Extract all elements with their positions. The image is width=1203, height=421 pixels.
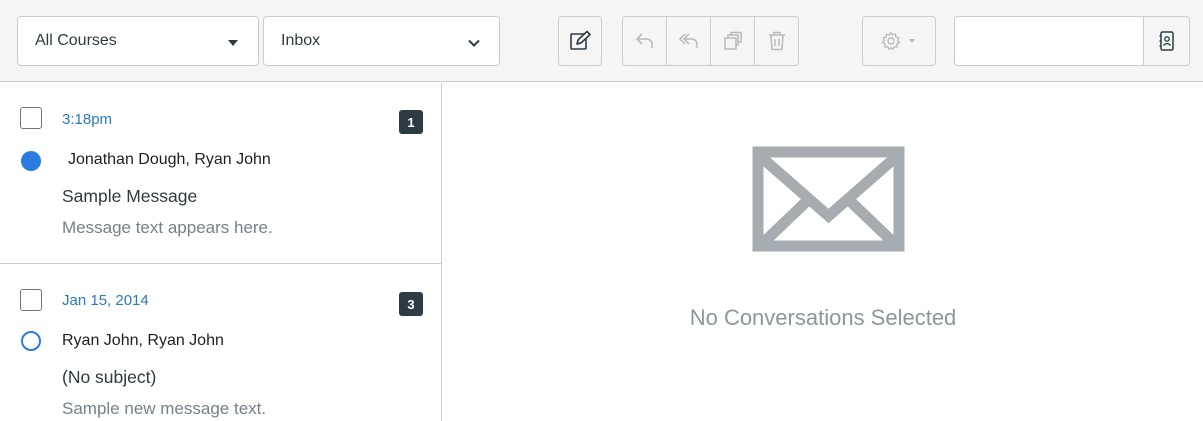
inbox-toolbar: All Courses Inbox <box>0 0 1203 82</box>
mailbox-filter-value: Inbox <box>281 32 321 49</box>
conversation-participants: Jonathan Dough, Ryan John <box>68 151 271 168</box>
mailbox-filter-select[interactable]: Inbox <box>263 16 500 66</box>
conversation-list: 3:18pm 1 Jonathan Dough, Ryan John Sampl… <box>0 83 442 421</box>
caret-down-icon <box>909 39 915 43</box>
conversation-subject: (No subject) <box>62 367 157 387</box>
select-conversation-checkbox[interactable] <box>20 107 42 129</box>
conversation-row[interactable]: Jan 15, 2014 3 Ryan John, Ryan John (No … <box>0 265 441 421</box>
compose-button[interactable] <box>558 16 602 66</box>
pencil-square-icon <box>570 30 591 50</box>
read-indicator-icon[interactable] <box>21 331 41 351</box>
unread-indicator-icon[interactable] <box>21 151 41 171</box>
conversation-date: 3:18pm <box>62 111 113 128</box>
archive-icon <box>723 31 742 50</box>
conversation-date: Jan 15, 2014 <box>62 292 149 309</box>
reply-all-button[interactable] <box>666 16 711 66</box>
message-count-badge: 1 <box>399 110 423 134</box>
empty-state-message: No Conversations Selected <box>689 305 957 330</box>
reply-button[interactable] <box>622 16 667 66</box>
delete-button[interactable] <box>754 16 799 66</box>
trash-icon <box>768 31 785 51</box>
chevron-down-icon <box>468 39 480 47</box>
search-input[interactable] <box>954 16 1144 66</box>
gear-icon <box>881 31 901 51</box>
conversation-participants: Ryan John, Ryan John <box>62 332 224 349</box>
reply-all-icon <box>678 33 698 48</box>
course-filter-value: All Courses <box>35 32 117 49</box>
search-group <box>954 16 1190 66</box>
message-count-badge: 3 <box>399 292 423 316</box>
conversation-subject: Sample Message <box>62 186 198 206</box>
conversation-detail-pane: No Conversations Selected <box>443 83 1203 421</box>
reply-icon <box>635 33 653 48</box>
settings-menu-button[interactable] <box>862 16 936 66</box>
caret-down-icon <box>228 40 238 46</box>
envelope-icon <box>752 146 905 252</box>
select-conversation-checkbox[interactable] <box>20 289 42 311</box>
course-filter-select[interactable]: All Courses <box>17 16 259 66</box>
address-book-button[interactable] <box>1144 16 1190 66</box>
conversation-preview: Message text appears here. <box>62 218 273 237</box>
address-book-icon <box>1159 31 1174 51</box>
conversation-row[interactable]: 3:18pm 1 Jonathan Dough, Ryan John Sampl… <box>0 83 441 264</box>
archive-button[interactable] <box>710 16 755 66</box>
conversation-preview: Sample new message text. <box>62 399 267 418</box>
